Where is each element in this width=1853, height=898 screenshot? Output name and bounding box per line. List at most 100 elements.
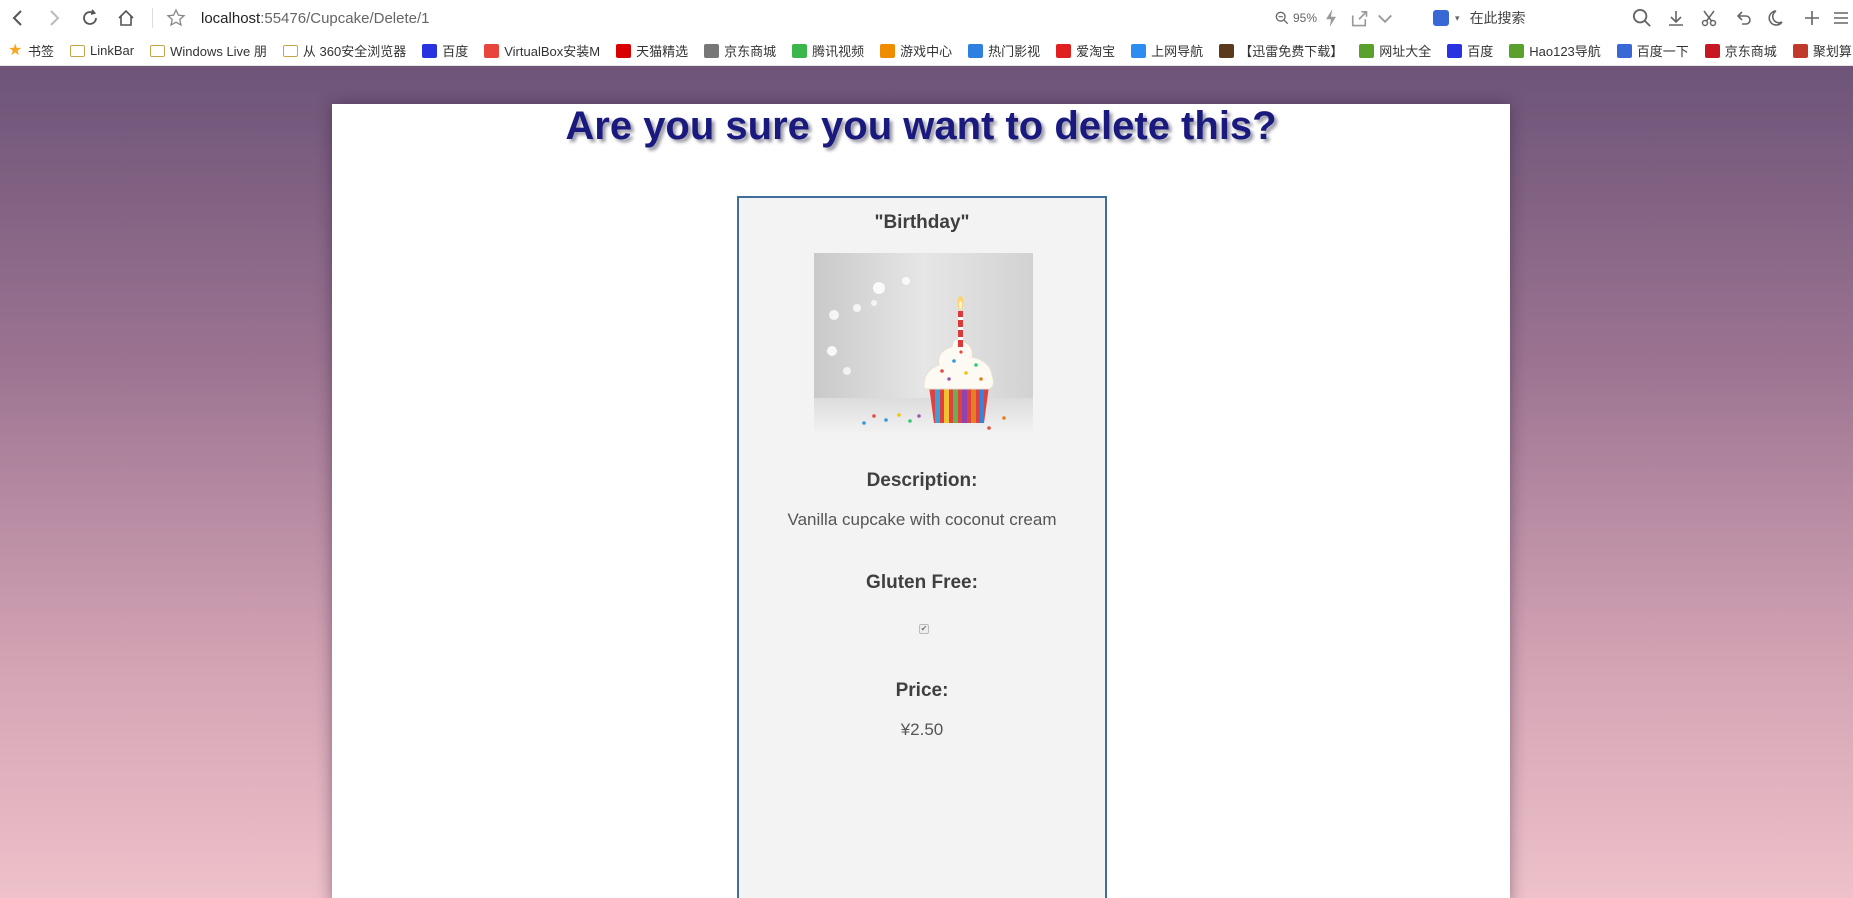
bookmark-item[interactable]: ★ 书签 (0, 36, 62, 65)
bookmark-item[interactable]: Windows Live 朋 (142, 36, 275, 65)
bookmark-item[interactable]: 京东商城 (1697, 36, 1785, 65)
download-icon[interactable] (1659, 0, 1693, 36)
bookmark-item[interactable]: 腾讯视频 (784, 36, 872, 65)
bookmark-star-icon[interactable] (163, 0, 189, 36)
home-icon[interactable] (108, 0, 144, 36)
lightning-icon[interactable] (1317, 0, 1345, 36)
forward-icon[interactable] (36, 0, 72, 36)
bookmark-label: 百度一下 (1636, 44, 1689, 59)
bookmark-label: 网址大全 (1379, 44, 1432, 59)
hao-icon (1359, 43, 1375, 58)
jd-icon (1704, 43, 1720, 58)
folder-icon (70, 44, 86, 57)
menu-icon[interactable] (1829, 0, 1853, 36)
bookmark-item[interactable]: 上网导航 (1123, 36, 1211, 65)
bookmark-label: 京东商城 (724, 44, 777, 59)
hao123-icon (1509, 43, 1525, 58)
description-value: Vanilla cupcake with coconut cream (787, 510, 1057, 529)
bookmark-label: 书签 (28, 44, 55, 59)
bookmark-label: 天猫精选 (636, 44, 689, 59)
bookmark-label: 游戏中心 (900, 44, 953, 59)
gluten-free-checkbox: ✔ (919, 624, 929, 634)
bookmark-item[interactable]: 从 360安全浏览器 (275, 36, 414, 65)
page-title: Are you sure you want to delete this? (565, 104, 1277, 148)
new-tab-icon[interactable] (1795, 0, 1829, 36)
folder-icon (282, 44, 298, 57)
gluten-free-label: Gluten Free: (866, 572, 978, 593)
bookmark-item[interactable]: 百度一下 (1609, 36, 1697, 65)
zoom-control[interactable]: 95% (1275, 11, 1317, 25)
content-panel: Are you sure you want to delete this? "B… (332, 104, 1510, 898)
gamepad-icon (880, 43, 896, 58)
thunder-icon (1219, 43, 1235, 58)
bookmark-label: 百度 (442, 44, 469, 59)
price-label: Price: (895, 680, 949, 701)
bookmark-item[interactable]: VirtualBox安装M (476, 36, 608, 65)
baidu-paw-icon (1433, 10, 1450, 26)
play-icon (792, 43, 808, 58)
bookmark-item[interactable]: LinkBar (62, 36, 142, 65)
search-engine-selector[interactable]: ▾ (1433, 10, 1460, 26)
bookmark-item[interactable]: 【迅雷免费下载】 (1211, 36, 1351, 65)
bookmark-label: 从 360安全浏览器 (302, 44, 407, 59)
bookmark-label: 热门影视 (988, 44, 1041, 59)
video-icon (968, 43, 984, 58)
bookmark-label: 京东商城 (1724, 44, 1777, 59)
globe-icon (704, 43, 720, 58)
url-text[interactable]: localhost:55476/Cupcake/Delete/1 (201, 10, 430, 27)
bookmark-item[interactable]: 热门影视 (960, 36, 1048, 65)
bookmark-label: Hao123导航 (1529, 44, 1601, 59)
bookmark-item[interactable]: Hao123导航 (1501, 36, 1609, 65)
page-viewport: Are you sure you want to delete this? "B… (0, 66, 1853, 898)
star-icon: ★ (8, 41, 23, 59)
bookmarks-bar: ★ 书签 LinkBar Windows Live 朋 从 360安全浏览器 百度 Virt… (0, 36, 1853, 66)
zoom-icon (1275, 11, 1289, 25)
reload-icon[interactable] (72, 0, 108, 36)
search-input[interactable]: 在此搜索 (1470, 8, 1630, 28)
baidu-search-icon (1616, 43, 1632, 58)
undo-icon[interactable] (1727, 0, 1761, 36)
bookmark-item[interactable]: 京东商城 (696, 36, 784, 65)
browser-toolbar: localhost:55476/Cupcake/Delete/1 95% ▾ 在… (0, 0, 1853, 36)
price-value: ¥2.50 (900, 720, 944, 739)
juhuasuan-icon (1792, 43, 1808, 58)
url-host: localhost (201, 9, 261, 27)
zoom-level: 95% (1293, 11, 1318, 25)
chevron-down-icon[interactable] (1373, 0, 1397, 36)
bookmark-item[interactable]: 天猫精选 (608, 36, 696, 65)
toolbar-icons (1625, 0, 1853, 36)
bookmark-item[interactable]: 百度 (1439, 36, 1501, 65)
cupcake-image (814, 253, 1033, 433)
tmall-icon (616, 43, 632, 58)
share-icon[interactable] (1345, 0, 1373, 36)
search-icon[interactable] (1625, 0, 1659, 36)
caret-down-icon: ▾ (1455, 12, 1460, 23)
bookmark-item[interactable]: 爱淘宝 (1048, 36, 1123, 65)
bookmark-item[interactable]: 网址大全 (1351, 36, 1439, 65)
back-icon[interactable] (0, 0, 36, 36)
scissors-icon[interactable] (1693, 0, 1727, 36)
bookmark-item[interactable]: 百度 (414, 36, 476, 65)
bookmark-label: 腾讯视频 (812, 44, 865, 59)
bookmark-label: LinkBar (90, 43, 135, 58)
moon-icon[interactable] (1761, 0, 1795, 36)
bookmark-label: 【迅雷免费下载】 (1239, 44, 1344, 59)
cupcake-name: "Birthday" (874, 212, 970, 233)
nav-icon (1131, 43, 1147, 58)
toolbar-divider (152, 8, 153, 28)
bookmark-item[interactable]: 游戏中心 (872, 36, 960, 65)
bookmark-label: VirtualBox安装M (504, 44, 601, 59)
bookmark-label: 聚划算 (1812, 44, 1852, 59)
folder-icon (150, 44, 166, 57)
address-bar[interactable]: localhost:55476/Cupcake/Delete/1 (152, 0, 430, 36)
baidu-paw-icon (422, 43, 438, 58)
bookmark-item[interactable]: 聚划算 (1785, 36, 1853, 65)
url-path: :55476/Cupcake/Delete/1 (260, 9, 430, 27)
description-label: Description: (866, 470, 978, 491)
toolbar-right: 95% ▾ 在此搜索 (1275, 0, 1630, 36)
c-logo-icon (484, 43, 500, 58)
bookmark-label: Windows Live 朋 (170, 44, 267, 59)
taobao-icon (1056, 43, 1072, 58)
bookmark-label: 爱淘宝 (1076, 44, 1116, 59)
cupcake-details-card: "Birthday" Description: Vanilla cupcake … (737, 196, 1107, 898)
